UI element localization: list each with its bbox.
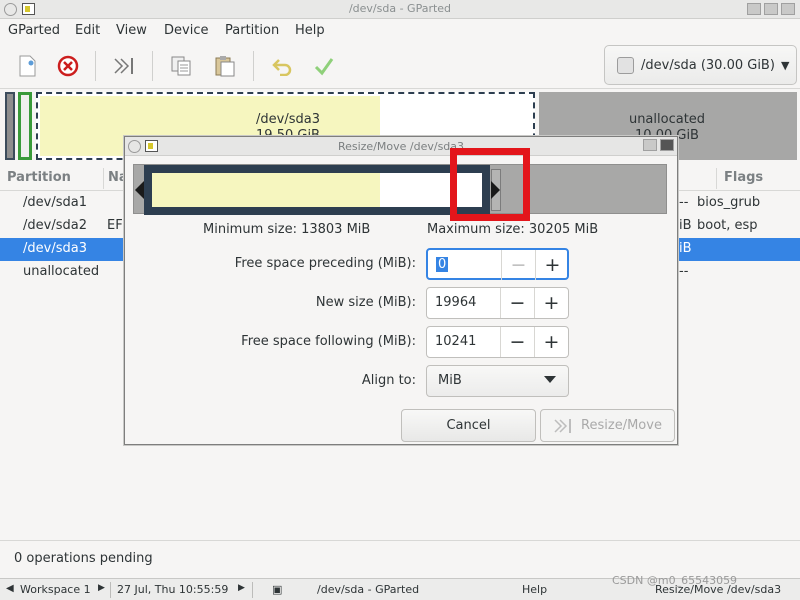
apply-icon[interactable]	[311, 53, 337, 79]
window-title: /dev/sda - GParted	[348, 2, 452, 15]
following-decrement-button[interactable]: −	[500, 327, 534, 357]
window-titlebar: /dev/sda - GParted	[0, 0, 800, 19]
new-size-field[interactable]: 19964 − +	[426, 287, 569, 319]
map-unalloc-name: unallocated	[628, 112, 706, 127]
status-bar: 0 operations pending	[0, 540, 800, 578]
taskbar: ◀ Workspace 1 ▶ 27 Jul, Thu 10:55:59 ▶ ▣…	[0, 574, 800, 600]
undo-icon[interactable]	[269, 53, 295, 79]
task-gparted-window[interactable]: /dev/sda - GParted	[317, 583, 419, 596]
close-icon[interactable]	[781, 3, 795, 15]
new-icon[interactable]	[14, 53, 40, 79]
new-size-decrement-button[interactable]: −	[500, 288, 534, 318]
disk-icon	[617, 56, 634, 74]
minimize-icon[interactable]	[747, 3, 761, 15]
preceding-value[interactable]: 0	[436, 257, 449, 272]
map-sda3-name: /dev/sda3	[256, 112, 320, 127]
dialog-close-icon[interactable]	[660, 139, 674, 151]
workspace-next-icon[interactable]: ▶	[98, 583, 105, 593]
paste-icon[interactable]	[212, 53, 238, 79]
free-space-following-field[interactable]: 10241 − +	[426, 326, 569, 358]
task-help[interactable]: Help	[522, 583, 547, 596]
new-size-label: New size (MiB):	[315, 295, 416, 310]
workspace-icon: ◀	[6, 583, 14, 594]
preceding-label: Free space preceding (MiB):	[234, 256, 416, 271]
watermark: CSDN @m0_65543059	[612, 574, 738, 587]
clock[interactable]: 27 Jul, Thu 10:55:59	[117, 583, 228, 596]
preceding-increment-button[interactable]: +	[535, 250, 569, 280]
dialog-titlebar: Resize/Move /dev/sda3	[125, 137, 677, 156]
cancel-button[interactable]: Cancel	[401, 409, 536, 442]
new-size-value[interactable]: 19964	[435, 295, 476, 310]
dialog-maximize-icon[interactable]	[643, 139, 657, 151]
free-space-preceding-field[interactable]: 0 − +	[426, 248, 569, 280]
preceding-decrement-button[interactable]: −	[501, 250, 535, 280]
cancel-label: Cancel	[446, 418, 491, 433]
operations-pending: 0 operations pending	[14, 551, 153, 566]
left-resize-handle[interactable]	[135, 181, 144, 199]
map-partition-sda2[interactable]	[18, 92, 32, 160]
resize-move-label: Resize/Move	[581, 418, 662, 433]
dialog-title: Resize/Move /dev/sda3	[337, 140, 465, 153]
column-flags[interactable]: Flags	[724, 170, 763, 185]
map-partition-sda1[interactable]	[5, 92, 15, 160]
resize-move-button[interactable]: Resize/Move	[540, 409, 675, 442]
menu-partition[interactable]: Partition	[225, 23, 279, 38]
maximum-size: Maximum size: 30205 MiB	[427, 222, 599, 237]
resize-slider[interactable]	[133, 164, 667, 215]
resize-move-icon	[554, 418, 572, 433]
slider-used-space	[152, 173, 380, 207]
align-value: MiB	[438, 373, 462, 388]
following-increment-button[interactable]: +	[534, 327, 568, 357]
align-to-select[interactable]: MiB	[426, 365, 569, 397]
align-label: Align to:	[361, 373, 416, 388]
resize-move-icon[interactable]	[111, 53, 137, 79]
menu-edit[interactable]: Edit	[75, 23, 100, 38]
following-value[interactable]: 10241	[435, 334, 476, 349]
chevron-down-icon: ▼	[780, 58, 790, 72]
resize-move-dialog: Resize/Move /dev/sda3 Minimum size: 1380…	[124, 136, 678, 445]
minimum-size: Minimum size: 13803 MiB	[203, 222, 371, 237]
chevron-down-icon	[544, 376, 556, 383]
delete-icon[interactable]	[55, 53, 81, 79]
menu-view[interactable]: View	[116, 23, 147, 38]
annotation-highlight-box	[450, 148, 530, 221]
new-size-increment-button[interactable]: +	[534, 288, 568, 318]
copy-icon[interactable]	[168, 53, 194, 79]
following-label: Free space following (MiB):	[241, 334, 416, 349]
clock-arrow-icon: ▶	[238, 583, 245, 593]
menu-bar: GParted Edit View Device Partition Help	[0, 19, 800, 43]
menu-gparted[interactable]: GParted	[8, 23, 60, 38]
device-label: /dev/sda (30.00 GiB)	[641, 57, 775, 73]
maximize-icon[interactable]	[764, 3, 778, 15]
column-partition[interactable]: Partition	[7, 170, 71, 185]
gparted-task-icon: ▣	[272, 583, 283, 596]
workspace-label[interactable]: Workspace 1	[20, 583, 91, 596]
partition-slider-box[interactable]	[144, 165, 490, 215]
menu-device[interactable]: Device	[164, 23, 208, 38]
menu-help[interactable]: Help	[295, 23, 325, 38]
device-selector[interactable]: /dev/sda (30.00 GiB) ▼	[604, 45, 797, 85]
